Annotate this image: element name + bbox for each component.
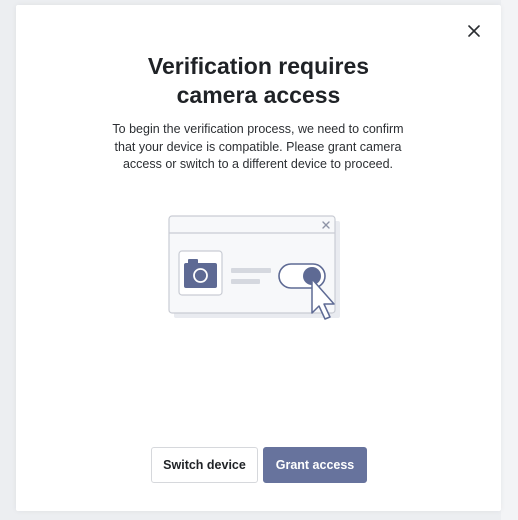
placeholder-line [231,279,260,284]
grant-access-button[interactable]: Grant access [263,447,367,483]
toggle-icon [278,263,326,289]
dialog-description: To begin the verification process, we ne… [112,122,404,171]
camera-access-dialog: Verification requires camera access To b… [16,5,501,511]
switch-device-button[interactable]: Switch device [151,447,258,483]
dialog-title-line-2: camera access [176,82,341,108]
placeholder-line [231,268,271,273]
dialog-title: Verification requires camera access [16,52,501,110]
close-button[interactable] [464,21,484,41]
camera-icon [178,250,223,296]
close-icon [468,25,480,37]
camera-permission-illustration [166,213,366,338]
page-edge [501,0,518,520]
dialog-title-line-1: Verification requires [147,53,370,79]
